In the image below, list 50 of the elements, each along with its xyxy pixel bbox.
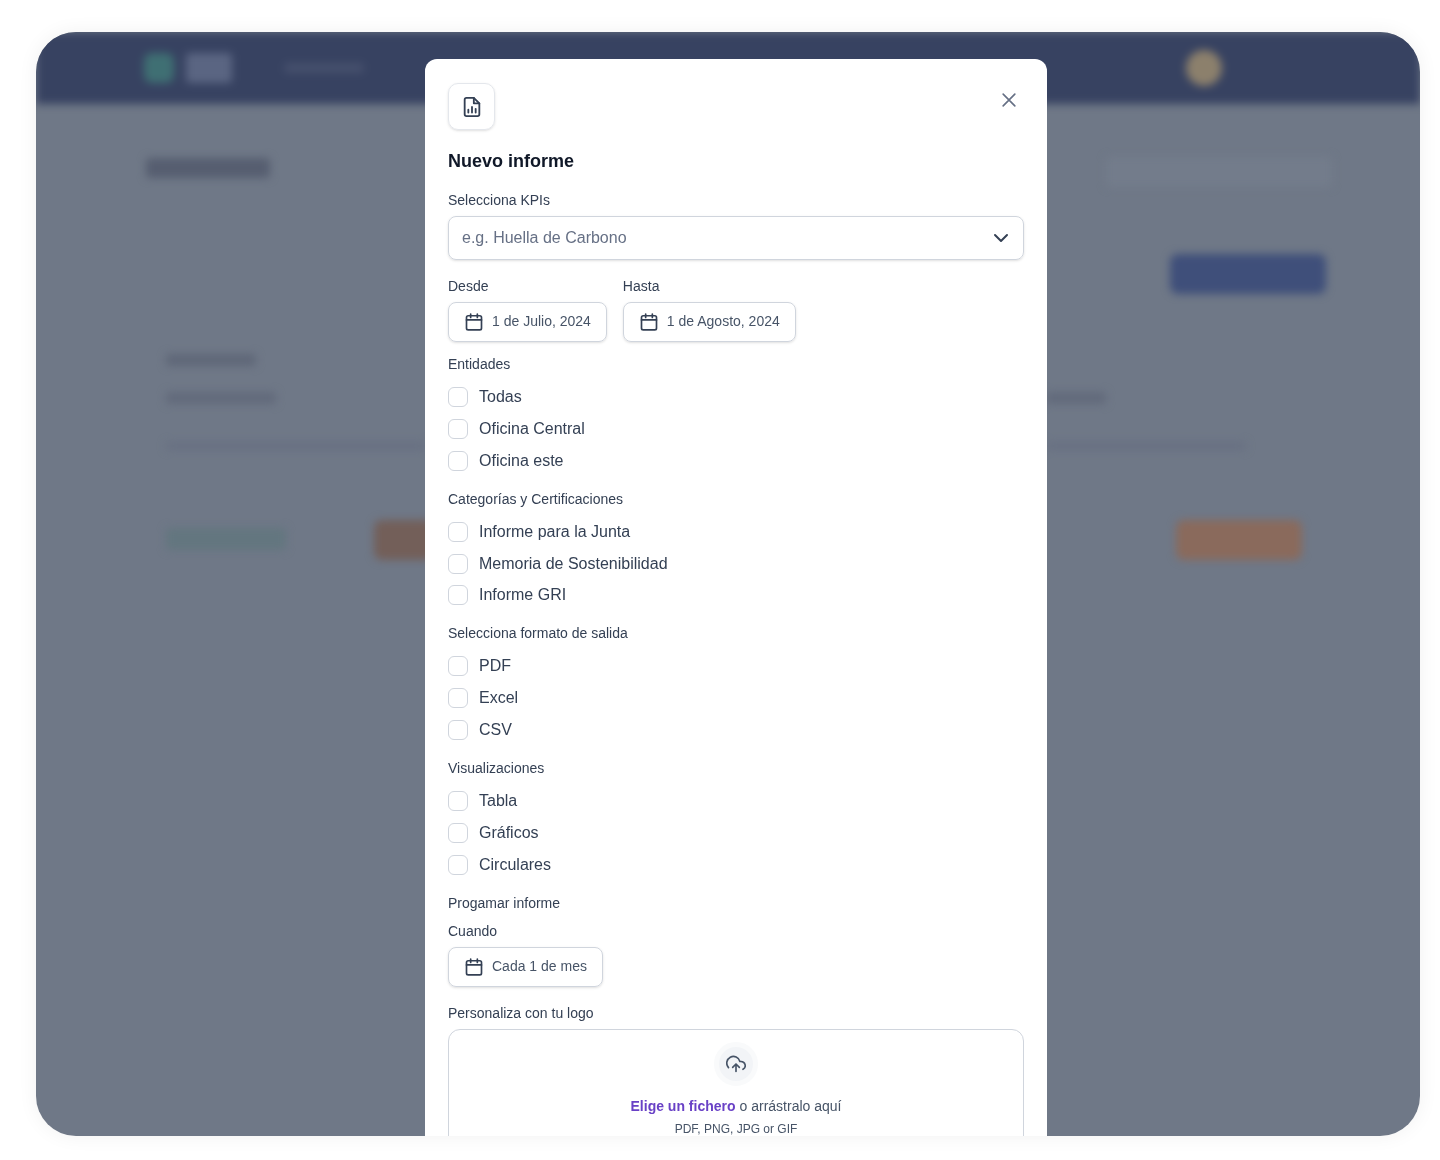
checkbox-label[interactable]: Memoria de Sostenibilidad <box>479 551 668 576</box>
checkbox-label[interactable]: Tabla <box>479 789 518 814</box>
checkbox[interactable] <box>448 791 468 812</box>
kpi-search-input[interactable]: e.g. Huella de Carbono <box>462 225 994 250</box>
checkbox-label[interactable]: Informe para la Junta <box>479 519 631 544</box>
field-label: Selecciona KPIs <box>448 191 550 210</box>
close-icon <box>999 90 1019 110</box>
checkbox-label[interactable]: Todas <box>479 384 522 409</box>
calendar-icon <box>638 311 659 332</box>
checkbox[interactable] <box>448 553 468 574</box>
checkbox[interactable] <box>448 418 468 439</box>
checkbox[interactable] <box>448 386 468 407</box>
field-label: Selecciona formato de salida <box>448 624 628 644</box>
field-label: Hasta <box>622 276 660 296</box>
checkbox[interactable] <box>448 720 468 741</box>
checkbox-label[interactable]: Circulares <box>479 853 551 877</box>
checkbox[interactable] <box>448 521 468 542</box>
field-label: Progamar informe <box>448 893 561 913</box>
drop-hint-text: o arrástralo aquí <box>739 1096 842 1116</box>
kpi-select[interactable]: e.g. Huella de Carbono <box>448 216 1024 260</box>
field-label: Cuando <box>448 921 498 941</box>
file-types-hint: PDF, PNG, JPG or GIF <box>674 1120 798 1136</box>
checkbox[interactable] <box>448 450 468 471</box>
upload-dropzone[interactable]: Elige un fichero o arrástralo aquí PDF, PNG, JPG or GIF <box>448 1028 1024 1136</box>
checkbox-label[interactable]: Excel <box>479 686 519 711</box>
field-label: Desde <box>448 276 489 296</box>
dialog-title: Nuevo informe <box>448 150 575 173</box>
checkbox[interactable] <box>448 855 468 875</box>
choose-file-link[interactable]: Elige un fichero <box>630 1095 736 1116</box>
field-label: Personaliza con tu logo <box>448 1003 594 1023</box>
checkbox-label[interactable]: Informe GRI <box>479 583 567 608</box>
calendar-icon <box>464 956 484 977</box>
checkbox[interactable] <box>448 823 468 844</box>
checkbox-label[interactable]: Oficina Central <box>479 416 585 441</box>
schedule-picker-button[interactable]: Cada 1 de mes <box>448 946 603 987</box>
checkbox[interactable] <box>448 688 468 709</box>
field-label: Entidades <box>448 354 511 374</box>
date-picker-button[interactable]: 1 de Agosto, 2024 <box>622 301 796 342</box>
checkbox-label[interactable]: CSV <box>479 718 512 743</box>
checkbox-label[interactable]: Oficina este <box>479 448 564 473</box>
field-label: Categorías y Certificaciones <box>448 489 624 509</box>
checkbox[interactable] <box>448 656 468 677</box>
checkbox[interactable] <box>448 585 468 606</box>
upload-cloud-icon <box>714 1041 758 1086</box>
chevron-down-icon <box>994 233 1008 242</box>
checkbox-label[interactable]: PDF <box>479 654 511 679</box>
checkbox-label[interactable]: Gráficos <box>479 821 539 846</box>
calendar-icon <box>464 311 484 332</box>
field-label: Visualizaciones <box>448 759 545 779</box>
date-picker-button[interactable]: 1 de Julio, 2024 <box>448 301 607 342</box>
